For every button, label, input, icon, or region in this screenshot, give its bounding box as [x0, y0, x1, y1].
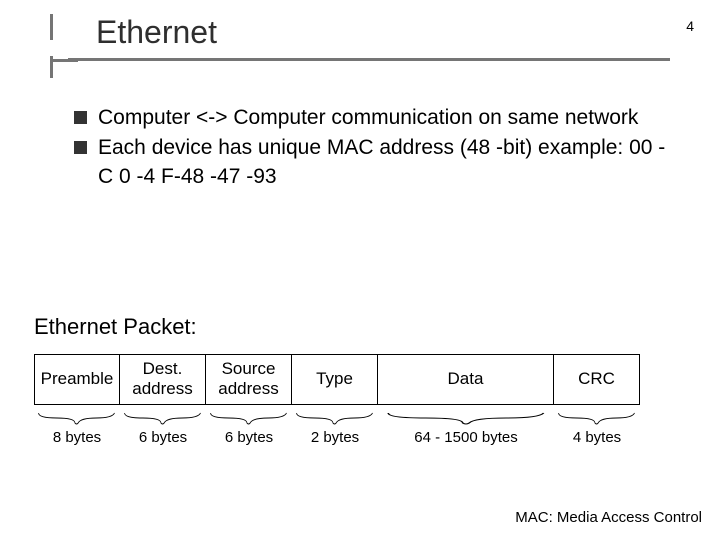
packet-sizes-row: 8 bytes 6 bytes 6 bytes 2 bytes 64 - 150…: [34, 409, 694, 446]
packet-field-source-address: Source address: [206, 354, 292, 405]
title-rule-short: [50, 59, 78, 62]
brace-icon: [295, 411, 374, 425]
packet-size-label: 2 bytes: [311, 429, 359, 446]
packet-field-type: Type: [292, 354, 378, 405]
brace-icon: [123, 411, 202, 425]
packet-fields-row: Preamble Dest. address Source address Ty…: [34, 354, 694, 405]
packet-size: 4 bytes: [554, 409, 640, 446]
packet-size-label: 8 bytes: [53, 429, 101, 446]
brace-icon: [385, 411, 547, 425]
packet-size-label: 64 - 1500 bytes: [414, 429, 517, 446]
bullet-text: Each device has unique MAC address (48 -…: [98, 136, 665, 187]
packet-size-label: 6 bytes: [225, 429, 273, 446]
footer-note: MAC: Media Access Control: [515, 509, 702, 526]
title-area: Ethernet: [50, 14, 670, 61]
packet-field-dest-address: Dest. address: [120, 354, 206, 405]
brace-icon: [37, 411, 116, 425]
bullet-list: Computer <-> Computer communication on s…: [74, 104, 680, 193]
square-bullet-icon: [74, 111, 87, 124]
packet-size: 2 bytes: [292, 409, 378, 446]
packet-field-crc: CRC: [554, 354, 640, 405]
section-label: Ethernet Packet:: [34, 314, 197, 340]
page-number: 4: [686, 18, 694, 34]
packet-field-preamble: Preamble: [34, 354, 120, 405]
bullet-item: Each device has unique MAC address (48 -…: [74, 134, 680, 191]
packet-field-data: Data: [378, 354, 554, 405]
packet-size-label: 6 bytes: [139, 429, 187, 446]
bullet-item: Computer <-> Computer communication on s…: [74, 104, 680, 132]
packet-size: 6 bytes: [206, 409, 292, 446]
packet-diagram: Preamble Dest. address Source address Ty…: [34, 354, 694, 446]
brace-icon: [557, 411, 636, 425]
packet-size: 6 bytes: [120, 409, 206, 446]
slide-title: Ethernet: [50, 14, 670, 55]
bullet-text: Computer <-> Computer communication on s…: [98, 106, 638, 129]
packet-size: 8 bytes: [34, 409, 120, 446]
packet-size-label: 4 bytes: [573, 429, 621, 446]
square-bullet-icon: [74, 141, 87, 154]
packet-size: 64 - 1500 bytes: [378, 409, 554, 446]
title-rule-horizontal: [68, 58, 670, 61]
brace-icon: [209, 411, 288, 425]
